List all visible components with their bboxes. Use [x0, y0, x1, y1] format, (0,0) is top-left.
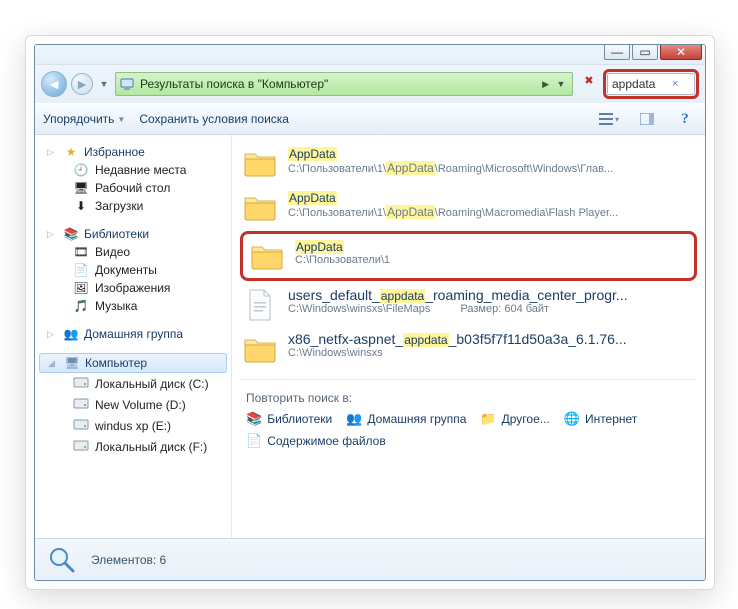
- nav-back-button[interactable]: ◄: [41, 71, 67, 97]
- repeat-search-target[interactable]: 👥Домашняя группа: [346, 411, 466, 427]
- result-path: C:\Windows\winsxs\FileMapsРазмер: 604 ба…: [288, 303, 695, 315]
- sidebar-drive-item[interactable]: New Volume (D:): [35, 394, 231, 415]
- sidebar-item[interactable]: 🎵Музыка: [35, 297, 231, 315]
- address-dropdown[interactable]: ▼: [552, 79, 570, 89]
- clear-search-button[interactable]: ×: [672, 78, 678, 90]
- result-title: x86_netfx-aspnet_appdata_b03f5f7f11d50a3…: [288, 331, 695, 347]
- minimize-button[interactable]: —: [604, 44, 630, 60]
- stop-search-button[interactable]: ✖: [579, 74, 599, 94]
- status-text: Элементов: 6: [91, 553, 166, 567]
- nav-history-dropdown[interactable]: ▼: [97, 79, 111, 89]
- help-button[interactable]: ?: [673, 108, 697, 130]
- sidebar-drive-item[interactable]: Локальный диск (F:): [35, 436, 231, 457]
- folder-icon: [242, 331, 278, 367]
- computer-header[interactable]: ◢🖥Компьютер: [39, 353, 227, 373]
- result-path: C:\Windows\winsxs: [288, 347, 695, 359]
- sidebar-item[interactable]: 🖼Изображения: [35, 279, 231, 297]
- search-result[interactable]: AppData C:\Пользователи\1: [240, 231, 697, 281]
- folder-icon: [242, 189, 278, 225]
- search-result[interactable]: AppData C:\Пользователи\1\AppData\Roamin…: [240, 185, 697, 229]
- file-icon: [242, 287, 278, 323]
- address-row: ◄ ► ▼ Результаты поиска в "Компьютер" ▶ …: [35, 65, 705, 103]
- computer-icon: [118, 75, 136, 93]
- view-mode-button[interactable]: [597, 108, 621, 130]
- breadcrumb-arrow[interactable]: ▶: [539, 79, 552, 90]
- nav-forward-button[interactable]: ►: [71, 73, 93, 95]
- sidebar-item[interactable]: 🖥Рабочий стол: [35, 179, 231, 197]
- result-path: C:\Пользователи\1\AppData\Roaming\Micros…: [288, 161, 695, 175]
- result-title: users_default_appdata_roaming_media_cent…: [288, 287, 695, 303]
- sidebar-item[interactable]: 🎞Видео: [35, 243, 231, 261]
- toolbar: Упорядочить▼ Сохранить условия поиска ?: [35, 103, 705, 135]
- status-bar: Элементов: 6: [35, 538, 705, 580]
- maximize-button[interactable]: ▭: [632, 44, 658, 60]
- magnifier-icon: [45, 543, 79, 577]
- sidebar-item[interactable]: 🕘Недавние места: [35, 161, 231, 179]
- result-title: AppData: [288, 189, 695, 205]
- search-result[interactable]: AppData C:\Пользователи\1\AppData\Roamin…: [240, 141, 697, 185]
- sidebar-drive-item[interactable]: Локальный диск (C:): [35, 373, 231, 394]
- favorites-header[interactable]: ▷★Избранное: [35, 143, 231, 161]
- search-highlight-annotation: ×: [603, 69, 699, 99]
- result-title: AppData: [295, 238, 688, 254]
- close-button[interactable]: ✕: [660, 44, 702, 60]
- repeat-search-label: Повторить поиск в:: [246, 391, 352, 405]
- preview-pane-button[interactable]: [635, 108, 659, 130]
- save-search-button[interactable]: Сохранить условия поиска: [139, 112, 289, 126]
- homegroup-header[interactable]: ▷👥Домашняя группа: [35, 325, 231, 343]
- repeat-search-target[interactable]: 📚Библиотеки: [246, 411, 332, 427]
- search-result[interactable]: x86_netfx-aspnet_appdata_b03f5f7f11d50a3…: [240, 327, 697, 371]
- navigation-pane: ▷★Избранное 🕘Недавние места🖥Рабочий стол…: [35, 135, 232, 538]
- result-path: C:\Пользователи\1\AppData\Roaming\Macrom…: [288, 205, 695, 219]
- search-box[interactable]: ×: [607, 73, 695, 95]
- search-result[interactable]: users_default_appdata_roaming_media_cent…: [240, 283, 697, 327]
- repeat-file-contents[interactable]: 📄 Содержимое файлов: [246, 433, 386, 449]
- address-text: Результаты поиска в "Компьютер": [136, 77, 539, 91]
- sidebar-drive-item[interactable]: windus xp (E:): [35, 415, 231, 436]
- folder-icon: [249, 238, 285, 274]
- repeat-search-target[interactable]: 📁Другое...: [480, 411, 549, 427]
- libraries-header[interactable]: ▷📚Библиотеки: [35, 225, 231, 243]
- result-title: AppData: [288, 145, 695, 161]
- results-pane: AppData C:\Пользователи\1\AppData\Roamin…: [232, 135, 705, 538]
- repeat-search-target[interactable]: 🌐Интернет: [564, 411, 638, 427]
- organize-menu[interactable]: Упорядочить▼: [43, 112, 125, 126]
- repeat-search-section: Повторить поиск в: 📚Библиотеки 👥Домашняя …: [240, 379, 697, 452]
- sidebar-item[interactable]: ⬇Загрузки: [35, 197, 231, 215]
- search-input[interactable]: [612, 77, 672, 91]
- title-bar: — ▭ ✕: [35, 45, 705, 65]
- result-path: C:\Пользователи\1: [295, 254, 688, 266]
- address-bar[interactable]: Результаты поиска в "Компьютер" ▶ ▼: [115, 72, 573, 96]
- sidebar-item[interactable]: 📄Документы: [35, 261, 231, 279]
- folder-icon: [242, 145, 278, 181]
